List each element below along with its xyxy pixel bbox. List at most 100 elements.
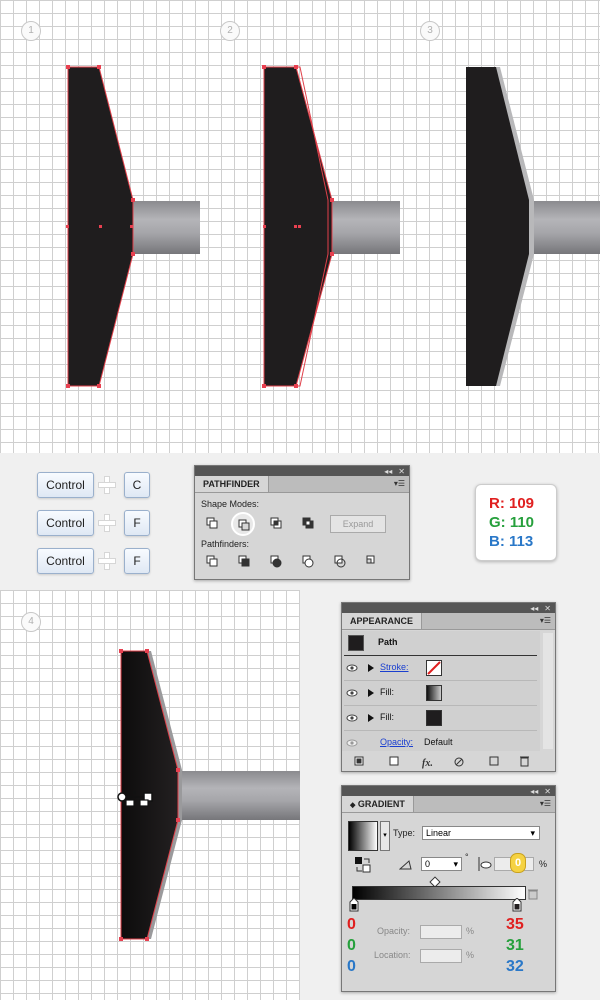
plus-icon <box>98 514 116 532</box>
opacity-value: Default <box>424 737 453 747</box>
panel-menu-icon[interactable]: ▾☰ <box>540 616 551 625</box>
panel-tab-row: PATHFINDER ▾☰ <box>195 476 409 493</box>
left-stop-green: 0 <box>347 937 356 954</box>
solid-fill-swatch[interactable] <box>426 710 442 726</box>
right-stop-red: 35 <box>506 916 524 933</box>
expand-triangle-icon[interactable] <box>368 689 374 697</box>
gradient-fill-swatch[interactable] <box>426 685 442 701</box>
artwork-steps-1-3 <box>66 65 600 388</box>
close-icon[interactable]: ✕ <box>398 467 405 476</box>
opacity-label[interactable]: Opacity: <box>380 737 413 747</box>
degree-symbol: ° <box>465 852 469 862</box>
outline-icon[interactable] <box>334 555 346 568</box>
tab-gradient[interactable]: ◆ GRADIENT <box>342 796 414 812</box>
panel-topbar: ◂◂ ✕ <box>195 466 409 476</box>
stop-location-input[interactable] <box>420 949 462 963</box>
shortcut-letter-key-3: F <box>124 548 150 574</box>
tab-toggle-icon[interactable]: ◆ <box>350 802 355 809</box>
minus-back-icon[interactable] <box>366 555 375 564</box>
appearance-scrollbar[interactable] <box>543 633 553 749</box>
exclude-icon[interactable] <box>302 517 314 529</box>
clear-appearance-icon[interactable] <box>454 757 464 767</box>
appearance-row-opacity[interactable]: Opacity: Default <box>344 731 537 755</box>
type-label: Type: <box>393 828 416 838</box>
trim-icon[interactable] <box>238 555 250 567</box>
fx-icon[interactable]: fx. <box>422 758 433 769</box>
collapse-icon[interactable]: ◂◂ <box>530 604 538 613</box>
percent-symbol: % <box>466 926 475 936</box>
tab-appearance[interactable]: APPEARANCE <box>342 613 423 629</box>
intersect-icon[interactable] <box>270 517 282 529</box>
close-icon[interactable]: ✕ <box>544 604 551 613</box>
gradient-stop-left[interactable] <box>349 898 359 912</box>
cylinder-shape <box>332 201 400 254</box>
eye-icon[interactable] <box>346 737 358 749</box>
plus-icon <box>98 476 116 494</box>
divide-icon[interactable] <box>206 555 218 567</box>
rgb-color-card: R: 109 G: 110 B: 113 <box>475 484 557 561</box>
panel-tab-row: APPEARANCE ▾☰ <box>342 613 555 630</box>
angle-value: 0 <box>425 859 431 869</box>
hammer-head-shape <box>466 67 529 386</box>
tab-pathfinder[interactable]: PATHFINDER <box>195 476 269 492</box>
eye-icon[interactable] <box>346 662 358 674</box>
cylinder-shape <box>178 771 300 820</box>
pathfinders-label: Pathfinders: <box>201 539 250 549</box>
gradient-type-select[interactable]: Linear ▾ <box>422 826 540 840</box>
gradient-title: GRADIENT <box>357 799 405 809</box>
appearance-row-stroke[interactable]: Stroke: <box>344 656 537 681</box>
eye-icon[interactable] <box>346 687 358 699</box>
chevron-down-icon: ▾ <box>453 859 458 869</box>
collapse-icon[interactable]: ◂◂ <box>384 467 392 476</box>
merge-icon[interactable] <box>270 555 282 568</box>
fill-label: Fill: <box>380 712 394 722</box>
gradient-preview-dropdown[interactable]: ▾ <box>380 821 390 851</box>
eye-icon[interactable] <box>346 712 358 724</box>
panel-topbar: ◂◂ ✕ <box>342 786 555 796</box>
step-3-artwork <box>466 67 600 386</box>
panel-menu-icon[interactable]: ▾☰ <box>540 799 551 808</box>
duplicate-item-icon[interactable] <box>489 756 499 766</box>
appearance-row-fill-solid[interactable]: Fill: <box>344 706 537 731</box>
cylinder-shape <box>530 201 600 254</box>
stop-opacity-input[interactable] <box>420 925 462 939</box>
expand-triangle-icon[interactable] <box>368 714 374 722</box>
trash-icon[interactable] <box>527 888 539 900</box>
angle-input[interactable]: 0 ▾ <box>421 857 462 871</box>
step-2-artwork <box>262 65 400 388</box>
add-fill-icon[interactable] <box>389 756 399 766</box>
shape-modes-label: Shape Modes: <box>201 499 260 509</box>
unite-icon[interactable] <box>206 517 218 529</box>
right-stop-green: 31 <box>506 937 524 954</box>
trash-icon[interactable] <box>520 756 529 767</box>
close-icon[interactable]: ✕ <box>544 787 551 796</box>
expand-button[interactable]: Expand <box>330 515 386 533</box>
stroke-none-swatch[interactable] <box>426 660 442 676</box>
crop-icon[interactable] <box>302 555 314 568</box>
pathfinder-panel: ◂◂ ✕ PATHFINDER ▾☰ Shape Modes: Expand P… <box>194 465 410 580</box>
fill-label: Fill: <box>380 687 394 697</box>
shortcut-control-key-1: Control <box>37 472 94 498</box>
artwork-step-4 <box>117 649 300 941</box>
panel-menu-icon[interactable]: ▾☰ <box>394 479 405 488</box>
stop-location-label: Location: <box>374 950 411 960</box>
gradient-stop-right[interactable] <box>512 898 522 912</box>
plus-icon <box>98 552 116 570</box>
add-stroke-icon[interactable] <box>354 756 364 766</box>
shortcut-control-key-3: Control <box>37 548 94 574</box>
rgb-green-value: G: 110 <box>489 514 535 531</box>
shortcut-letter-key-2: F <box>124 510 150 536</box>
percent-symbol: % <box>466 950 475 960</box>
reverse-gradient-icon[interactable] <box>354 856 372 874</box>
appearance-header-row[interactable]: Path <box>344 631 537 656</box>
collapse-icon[interactable]: ◂◂ <box>530 787 538 796</box>
appearance-row-fill-gradient[interactable]: Fill: <box>344 681 537 706</box>
appearance-footer-icons: fx. <box>354 756 529 769</box>
expand-triangle-icon[interactable] <box>368 664 374 672</box>
gradient-preview-swatch[interactable] <box>348 821 378 851</box>
right-stop-blue: 32 <box>506 958 524 975</box>
gradient-slider-bar[interactable] <box>352 886 526 900</box>
stroke-label[interactable]: Stroke: <box>380 662 409 672</box>
aspect-ratio-icon <box>478 857 492 871</box>
left-stop-blue: 0 <box>347 958 356 975</box>
